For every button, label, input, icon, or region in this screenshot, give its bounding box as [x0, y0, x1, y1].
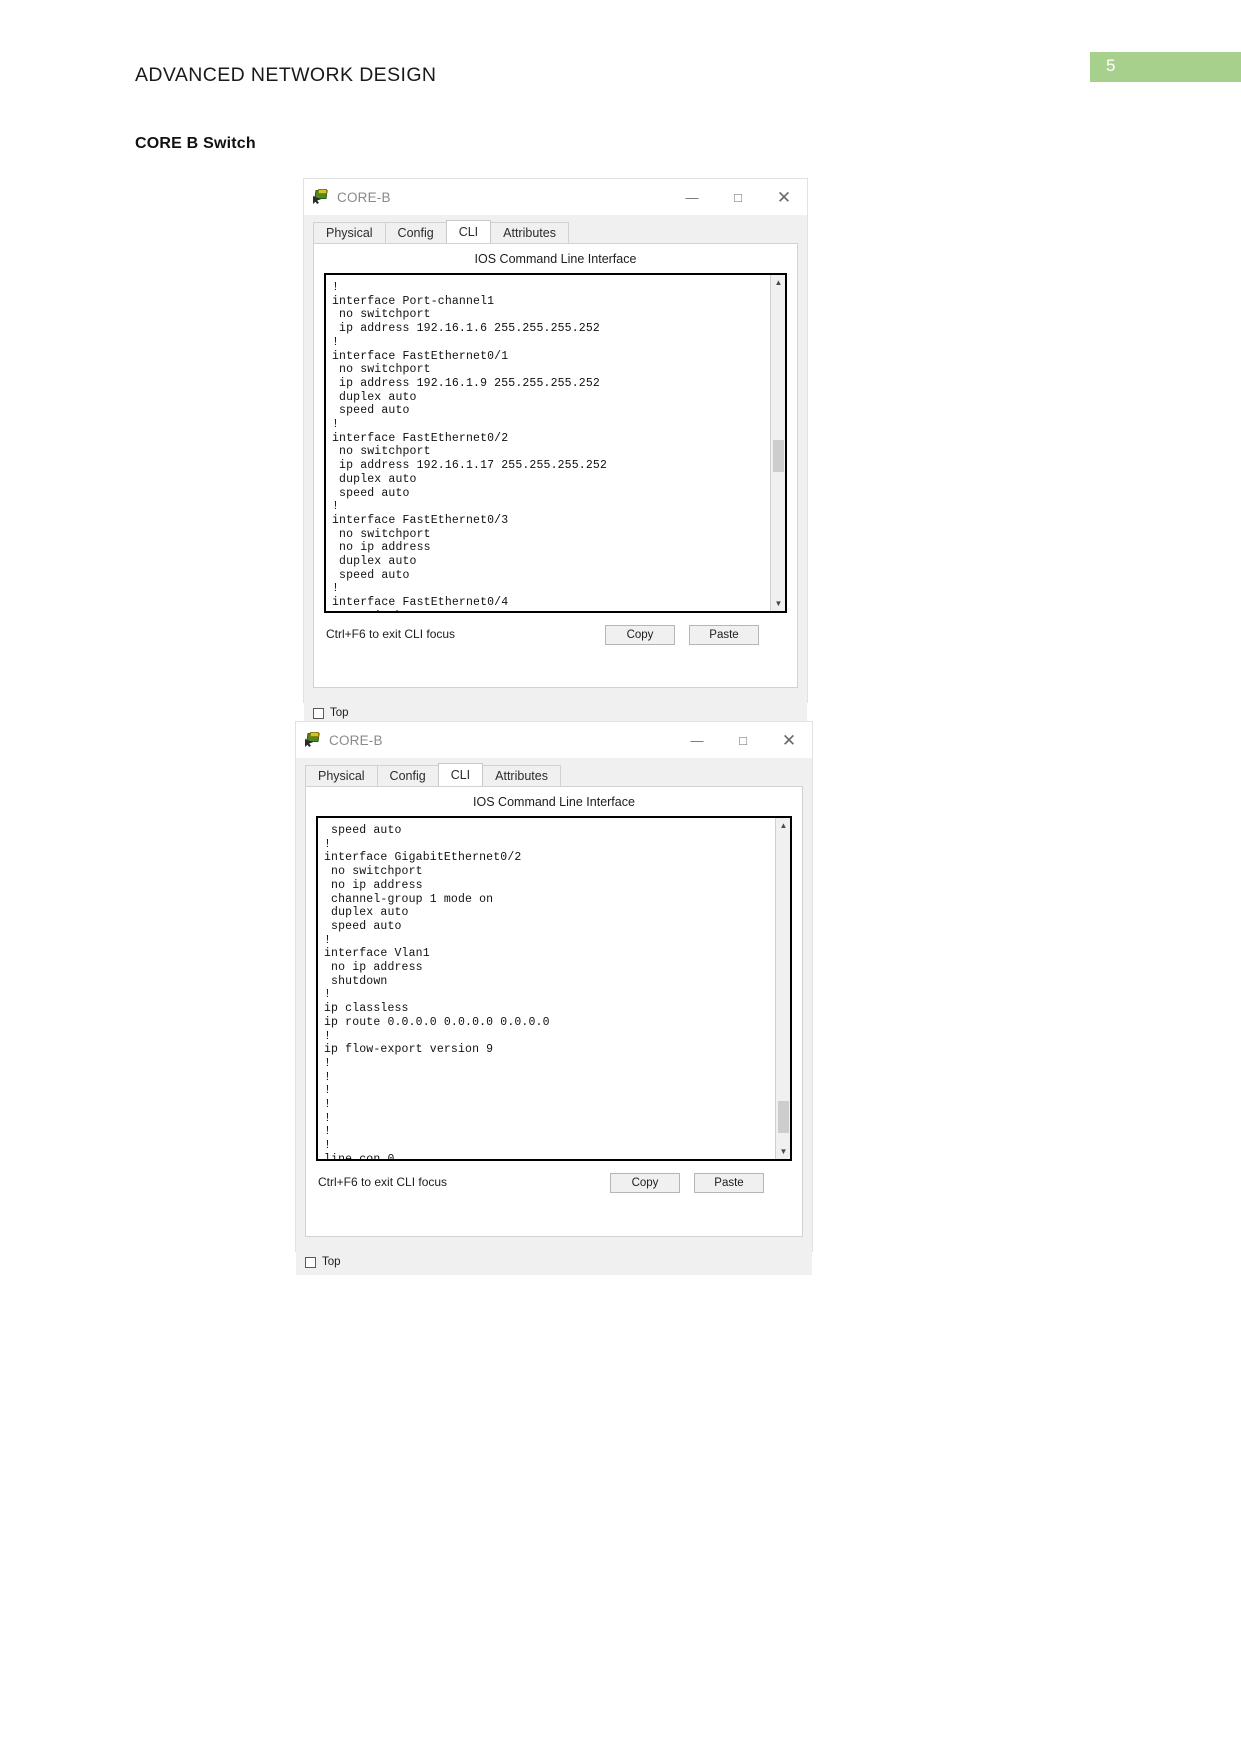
top-checkbox-1[interactable] — [313, 707, 324, 719]
tab-cli[interactable]: CLI — [437, 763, 484, 786]
page-number-text: 5 — [1106, 56, 1116, 75]
cli-focus-hint-1: Ctrl+F6 to exit CLI focus — [326, 627, 456, 641]
close-icon[interactable]: ✕ — [761, 179, 807, 215]
cli-footer-1: Ctrl+F6 to exit CLI focus Copy Paste — [314, 613, 797, 657]
document-header: ADVANCED NETWORK DESIGN 5 — [0, 0, 1241, 120]
tab-bar-1: Physical Config CLI Attributes — [313, 220, 807, 243]
window-controls-2: — □ ✕ — [674, 722, 812, 758]
cli-scrollbar-1[interactable]: ▲ ▼ — [770, 275, 785, 611]
cli-output-text-1: ! interface Port-channel1 no switchport … — [332, 281, 607, 611]
cli-output-text-2: speed auto ! interface GigabitEthernet0/… — [324, 824, 550, 1161]
window-title-1: CORE-B — [337, 189, 391, 205]
window-bottom-bar-2: Top — [296, 1249, 812, 1275]
scroll-up-icon[interactable]: ▲ — [771, 275, 785, 290]
window-body-1: Physical Config CLI Attributes IOS Comma… — [304, 220, 807, 726]
page-number-badge: 5 — [1090, 52, 1241, 82]
window-title-2: CORE-B — [329, 732, 383, 748]
tab-config[interactable]: Config — [384, 222, 447, 243]
switch-icon — [313, 189, 329, 205]
cli-panel-1: IOS Command Line Interface ! interface P… — [313, 243, 798, 688]
tab-attributes[interactable]: Attributes — [490, 222, 569, 243]
cli-footer-2: Ctrl+F6 to exit CLI focus Copy Paste — [306, 1161, 802, 1205]
cli-panel-2: IOS Command Line Interface speed auto ! … — [305, 786, 803, 1237]
document-header-title: ADVANCED NETWORK DESIGN — [135, 64, 437, 86]
packet-tracer-window-2[interactable]: CORE-B — □ ✕ Physical Config CLI Attribu… — [295, 721, 813, 1275]
scroll-up-icon[interactable]: ▲ — [776, 818, 790, 833]
copy-button-1[interactable]: Copy — [605, 625, 675, 645]
tab-config[interactable]: Config — [376, 765, 439, 786]
window-titlebar-2[interactable]: CORE-B — □ ✕ — [296, 722, 812, 758]
cli-output-box-2[interactable]: speed auto ! interface GigabitEthernet0/… — [316, 816, 792, 1161]
copy-button-2[interactable]: Copy — [610, 1173, 680, 1193]
window-controls-1: — □ ✕ — [669, 179, 807, 215]
cli-panel-title-2: IOS Command Line Interface — [473, 795, 635, 809]
minimize-icon[interactable]: — — [669, 179, 715, 215]
cli-output-box-1[interactable]: ! interface Port-channel1 no switchport … — [324, 273, 787, 613]
close-icon[interactable]: ✕ — [766, 722, 812, 758]
cli-panel-title-1: IOS Command Line Interface — [474, 252, 637, 266]
tab-bar-2: Physical Config CLI Attributes — [305, 763, 812, 786]
section-heading: CORE B Switch — [135, 135, 256, 152]
top-checkbox-label-1: Top — [330, 707, 349, 719]
top-checkbox-2[interactable] — [305, 1256, 316, 1268]
tab-physical[interactable]: Physical — [305, 765, 378, 786]
maximize-icon[interactable]: □ — [720, 722, 766, 758]
cli-scroll-thumb-2[interactable] — [778, 1101, 789, 1133]
tab-physical[interactable]: Physical — [313, 222, 386, 243]
window-titlebar-1[interactable]: CORE-B — □ ✕ — [304, 179, 807, 215]
tab-cli[interactable]: CLI — [445, 220, 492, 243]
paste-button-2[interactable]: Paste — [694, 1173, 764, 1193]
cli-scroll-thumb-1[interactable] — [773, 440, 784, 472]
window-body-2: Physical Config CLI Attributes IOS Comma… — [296, 763, 812, 1275]
top-checkbox-label-2: Top — [322, 1256, 341, 1268]
maximize-icon[interactable]: □ — [715, 179, 761, 215]
paste-button-1[interactable]: Paste — [689, 625, 759, 645]
minimize-icon[interactable]: — — [674, 722, 720, 758]
scroll-down-icon[interactable]: ▼ — [771, 596, 785, 611]
packet-tracer-window-1[interactable]: CORE-B — □ ✕ Physical Config CLI Attribu… — [303, 178, 808, 726]
cli-focus-hint-2: Ctrl+F6 to exit CLI focus — [318, 1175, 448, 1189]
tab-attributes[interactable]: Attributes — [482, 765, 561, 786]
scroll-down-icon[interactable]: ▼ — [776, 1144, 790, 1159]
switch-icon — [305, 732, 321, 748]
cli-scrollbar-2[interactable]: ▲ ▼ — [775, 818, 790, 1159]
